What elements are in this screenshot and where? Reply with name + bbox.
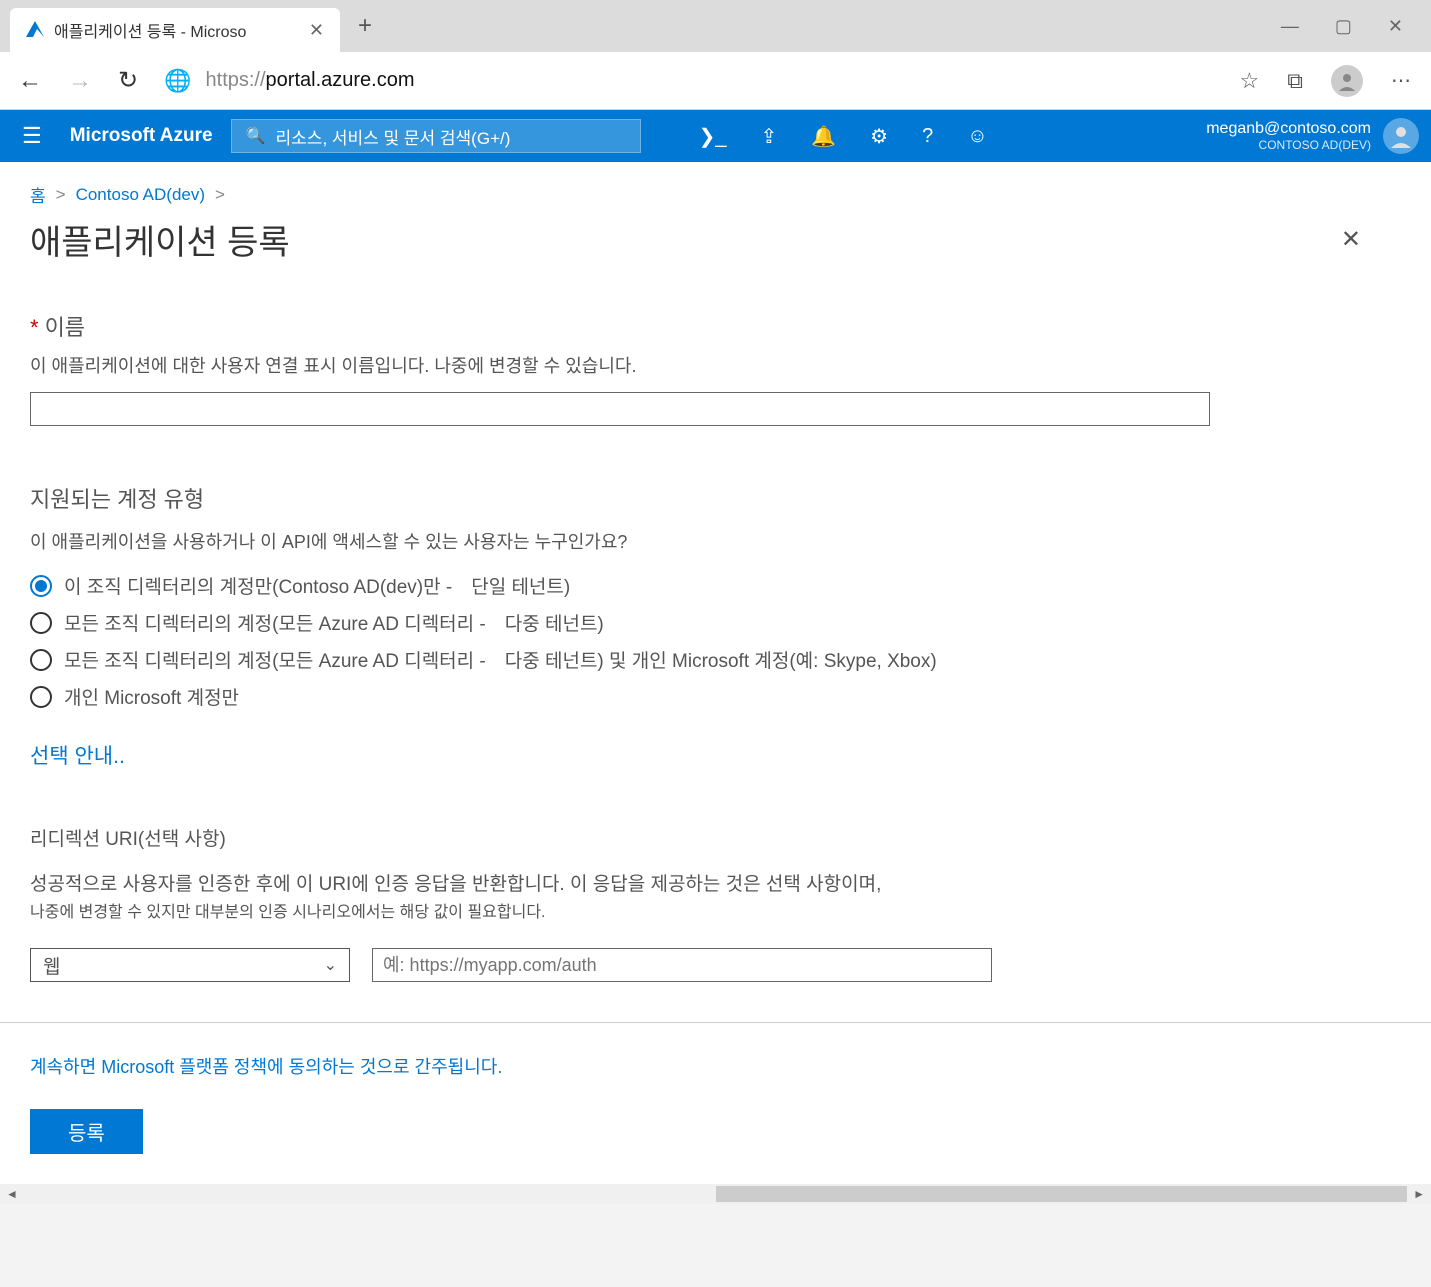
url-protocol: https:// (206, 69, 266, 91)
page-title: 애플리케이션 등록 (30, 215, 290, 264)
notifications-icon[interactable]: 🔔 (811, 124, 836, 149)
more-icon[interactable]: ⋯ (1391, 68, 1413, 93)
radio-icon (30, 649, 52, 671)
back-button[interactable]: ← (18, 67, 42, 95)
user-email: meganb@contoso.com (1206, 120, 1371, 138)
breadcrumb-home[interactable]: 홈 (30, 182, 46, 207)
scrollbar-thumb[interactable] (716, 1186, 1408, 1202)
favorite-icon[interactable]: ☆ (1240, 68, 1260, 94)
radio-single-tenant[interactable]: 이 조직 디렉터리의 계정만(Contoso AD(dev)만 - 단일 테넌트… (30, 572, 1401, 599)
chevron-down-icon: ⌄ (324, 955, 337, 975)
account-types-heading: 지원되는 계정 유형 (30, 482, 1401, 514)
feedback-icon[interactable]: ☺ (967, 125, 987, 148)
radio-icon (30, 686, 52, 708)
new-tab-button[interactable]: + (340, 12, 390, 40)
register-button[interactable]: 등록 (30, 1109, 143, 1154)
forward-button[interactable]: → (68, 67, 92, 95)
azure-brand[interactable]: Microsoft Azure (70, 125, 213, 147)
address-bar[interactable]: 🌐 https://portal.azure.com (164, 68, 1213, 94)
url-host: portal.azure.com (266, 69, 415, 91)
name-help: 이 애플리케이션에 대한 사용자 연결 표시 이름입니다. 나중에 변경할 수 … (30, 352, 1401, 378)
browser-tab[interactable]: 애플리케이션 등록 - Microso ✕ (10, 8, 340, 52)
search-icon: 🔍 (246, 126, 266, 146)
maximize-icon[interactable]: ▢ (1335, 16, 1352, 37)
breadcrumb: 홈 > Contoso AD(dev) > (0, 162, 1431, 215)
redirect-desc1: 성공적으로 사용자를 인증한 후에 이 URI에 인증 응답을 반환합니다. 이… (30, 869, 1401, 896)
name-input[interactable] (30, 392, 1210, 426)
cloud-shell-icon[interactable]: ❯_ (699, 124, 727, 149)
person-icon (1337, 71, 1357, 91)
close-icon[interactable]: ✕ (309, 20, 324, 41)
name-label: *이름 (30, 310, 1401, 342)
minimize-icon[interactable]: — (1281, 16, 1299, 37)
redirect-uri-input[interactable] (372, 948, 992, 982)
help-icon[interactable]: ? (922, 125, 933, 148)
breadcrumb-sep: > (56, 185, 66, 205)
policy-link[interactable]: 계속하면 Microsoft 플랫폼 정책에 동의하는 것으로 간주됩니다. (30, 1053, 1401, 1079)
account-types-help: 이 애플리케이션을 사용하거나 이 API에 액세스할 수 있는 사용자는 누구… (30, 528, 1401, 554)
window-controls: — ▢ ✕ (1281, 16, 1431, 37)
account-types-radio-group: 이 조직 디렉터리의 계정만(Contoso AD(dev)만 - 단일 테넌트… (30, 572, 1401, 710)
directories-icon[interactable]: ⇪ (761, 124, 778, 149)
scroll-right-icon[interactable]: ► (1407, 1187, 1431, 1201)
radio-personal-only[interactable]: 개인 Microsoft 계정만 (30, 683, 1401, 710)
user-tenant: CONTOSO AD(DEV) (1206, 138, 1371, 152)
radio-label: 모든 조직 디렉터리의 계정(모든 Azure AD 디렉터리 - 다중 테넌트… (64, 646, 937, 673)
globe-icon: 🌐 (164, 68, 191, 94)
redirect-desc2: 나중에 변경할 수 있지만 대부분의 인증 시나리오에서는 해당 값이 필요합니… (30, 898, 1401, 922)
refresh-button[interactable]: ↻ (118, 66, 138, 95)
azure-user-menu[interactable]: meganb@contoso.com CONTOSO AD(DEV) (1206, 118, 1431, 154)
browser-profile-avatar[interactable] (1331, 65, 1363, 97)
settings-icon[interactable]: ⚙ (870, 124, 888, 149)
tab-title: 애플리케이션 등록 - Microso (54, 18, 299, 42)
radio-multi-tenant[interactable]: 모든 조직 디렉터리의 계정(모든 Azure AD 디렉터리 - 다중 테넌트… (30, 609, 1401, 636)
collections-icon[interactable]: ⧉ (1287, 68, 1303, 94)
azure-top-bar: ☰ Microsoft Azure 🔍 리소스, 서비스 및 문서 검색(G+/… (0, 110, 1431, 162)
platform-value: 웹 (43, 952, 60, 979)
radio-label: 개인 Microsoft 계정만 (64, 683, 239, 710)
azure-favicon-icon (26, 21, 44, 39)
tab-strip: 애플리케이션 등록 - Microso ✕ + — ▢ ✕ (0, 0, 1431, 52)
hamburger-icon[interactable]: ☰ (12, 123, 52, 149)
help-me-choose-link[interactable]: 선택 안내.. (30, 740, 125, 770)
search-input[interactable]: 🔍 리소스, 서비스 및 문서 검색(G+/) (231, 119, 641, 153)
horizontal-scrollbar[interactable]: ◄ ► (0, 1184, 1431, 1204)
person-icon (1389, 124, 1413, 148)
radio-icon (30, 575, 52, 597)
breadcrumb-sep: > (215, 185, 225, 205)
radio-label: 모든 조직 디렉터리의 계정(모든 Azure AD 디렉터리 - 다중 테넌트… (64, 609, 604, 636)
browser-nav-bar: ← → ↻ 🌐 https://portal.azure.com ☆ ⧉ ⋯ (0, 52, 1431, 110)
user-avatar (1383, 118, 1419, 154)
scroll-left-icon[interactable]: ◄ (0, 1187, 24, 1201)
breadcrumb-tenant[interactable]: Contoso AD(dev) (76, 185, 205, 205)
radio-icon (30, 612, 52, 634)
search-placeholder: 리소스, 서비스 및 문서 검색(G+/) (276, 124, 511, 149)
platform-select[interactable]: 웹 ⌄ (30, 948, 350, 982)
close-blade-icon[interactable]: ✕ (1341, 225, 1401, 254)
radio-multi-tenant-personal[interactable]: 모든 조직 디렉터리의 계정(모든 Azure AD 디렉터리 - 다중 테넌트… (30, 646, 1401, 673)
radio-label: 이 조직 디렉터리의 계정만(Contoso AD(dev)만 - 단일 테넌트… (64, 572, 570, 599)
close-window-icon[interactable]: ✕ (1388, 16, 1403, 37)
footer: 계속하면 Microsoft 플랫폼 정책에 동의하는 것으로 간주됩니다. 등… (0, 1022, 1431, 1184)
redirect-title: 리디렉션 URI(선택 사항) (30, 824, 1401, 851)
